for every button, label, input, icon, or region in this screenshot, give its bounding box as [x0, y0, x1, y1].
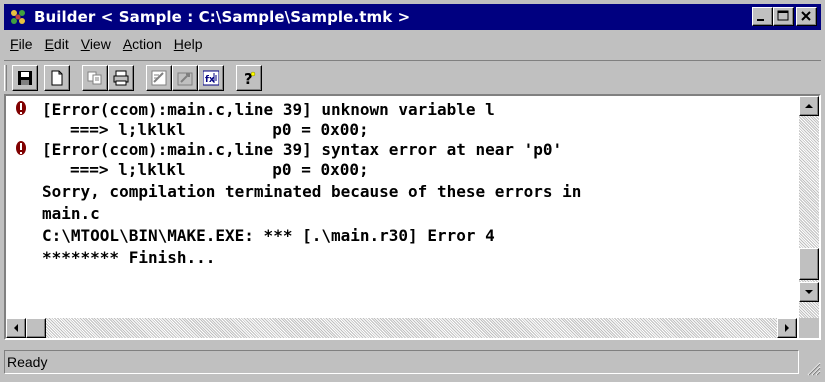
resize-grip-icon[interactable] [803, 358, 821, 376]
function-icon: fx [203, 70, 219, 86]
vertical-scroll-thumb[interactable] [799, 248, 819, 280]
svg-text:?: ? [244, 70, 253, 86]
menu-edit-label: dit [53, 36, 69, 52]
scroll-up-button[interactable] [799, 96, 819, 116]
build-icon [177, 72, 193, 86]
title-bar[interactable]: Builder < Sample : C:\Sample\Sample.tmk … [4, 4, 821, 30]
minimize-button[interactable] [752, 7, 773, 26]
help-button[interactable]: ? [236, 65, 262, 91]
output-line: Sorry, compilation terminated because of… [14, 180, 581, 202]
scroll-corner [799, 318, 819, 338]
output-text-area[interactable]: [Error(ccom):main.c,line 39] unknown var… [6, 96, 797, 318]
menu-help[interactable]: Help [168, 36, 209, 52]
output-text: Sorry, compilation terminated because of… [42, 181, 582, 201]
menu-file[interactable]: File [4, 36, 39, 52]
menu-edit-mnemonic: E [44, 36, 54, 52]
menu-view-label: iew [89, 36, 111, 52]
vertical-scrollbar[interactable] [799, 96, 819, 318]
output-line: main.c [14, 202, 100, 224]
new-file-button[interactable] [44, 65, 70, 91]
menu-action-mnemonic: A [122, 36, 133, 52]
output-text: main.c [42, 203, 100, 223]
output-line: ******** Finish... [14, 246, 215, 268]
toolbar: fx ? [4, 60, 821, 92]
arrow-right-icon [785, 324, 789, 332]
print-button[interactable] [108, 65, 134, 91]
menu-help-label: elp [183, 36, 203, 52]
function-button[interactable]: fx [198, 65, 224, 91]
save-icon [18, 71, 32, 85]
output-line: [Error(ccom):main.c,line 39] syntax erro… [14, 138, 562, 160]
source-line: ===> l;lklkl p0 = 0x00; [70, 159, 369, 179]
menu-edit[interactable]: Edit [39, 36, 75, 52]
close-button[interactable] [796, 7, 817, 26]
source-line: ===> l;lklkl p0 = 0x00; [70, 119, 369, 139]
close-icon [801, 11, 811, 21]
scroll-left-button[interactable] [6, 318, 26, 338]
toolbar-grip[interactable] [4, 65, 7, 91]
error-icon [16, 101, 26, 115]
output-pane[interactable]: [Error(ccom):main.c,line 39] unknown var… [4, 94, 821, 340]
output-line: [Error(ccom):main.c,line 39] unknown var… [14, 98, 495, 120]
scroll-down-button[interactable] [799, 282, 819, 302]
output-line: ===> l;lklkl p0 = 0x00; [14, 118, 369, 140]
menu-file-label: ile [18, 36, 33, 52]
horizontal-scroll-thumb[interactable] [26, 318, 46, 338]
output-text: ******** Finish... [42, 247, 216, 267]
scroll-right-button[interactable] [777, 318, 797, 338]
status-text: Ready [4, 350, 799, 374]
error-message: [Error(ccom):main.c,line 39] syntax erro… [42, 139, 563, 159]
edit-icon [151, 70, 167, 86]
horizontal-scrollbar[interactable] [6, 318, 797, 338]
status-bar: Ready [4, 346, 821, 378]
svg-text:fx: fx [205, 75, 215, 85]
build-button[interactable] [172, 65, 198, 91]
menu-file-mnemonic: F [10, 36, 19, 52]
menu-view-mnemonic: V [80, 36, 90, 52]
print-icon [113, 70, 129, 86]
menu-bar: File Edit View Action Help [4, 32, 209, 56]
menu-help-mnemonic: H [173, 36, 184, 52]
output-line: ===> l;lklkl p0 = 0x00; [14, 158, 369, 180]
maximize-button[interactable] [773, 7, 794, 26]
new-file-icon [51, 70, 63, 86]
copy-button[interactable] [82, 65, 108, 91]
menu-action[interactable]: Action [117, 36, 168, 52]
window-title: Builder < Sample : C:\Sample\Sample.tmk … [34, 8, 411, 26]
menu-view[interactable]: View [75, 36, 117, 52]
arrow-down-icon [805, 290, 813, 294]
maximize-icon [777, 10, 789, 21]
copy-icon [87, 71, 102, 85]
app-icon[interactable] [8, 7, 28, 27]
error-message: [Error(ccom):main.c,line 39] unknown var… [42, 99, 495, 119]
output-text: C:\MTOOL\BIN\MAKE.EXE: *** [.\main.r30] … [42, 225, 495, 245]
arrow-up-icon [805, 104, 813, 108]
edit-button[interactable] [146, 65, 172, 91]
builder-window: Builder < Sample : C:\Sample\Sample.tmk … [0, 0, 825, 382]
help-icon: ? [244, 70, 256, 86]
output-line: C:\MTOOL\BIN\MAKE.EXE: *** [.\main.r30] … [14, 224, 495, 246]
minimize-icon [757, 19, 764, 21]
menu-action-label: ction [132, 36, 162, 52]
save-button[interactable] [12, 65, 38, 91]
arrow-left-icon [14, 324, 18, 332]
error-icon [16, 141, 26, 155]
